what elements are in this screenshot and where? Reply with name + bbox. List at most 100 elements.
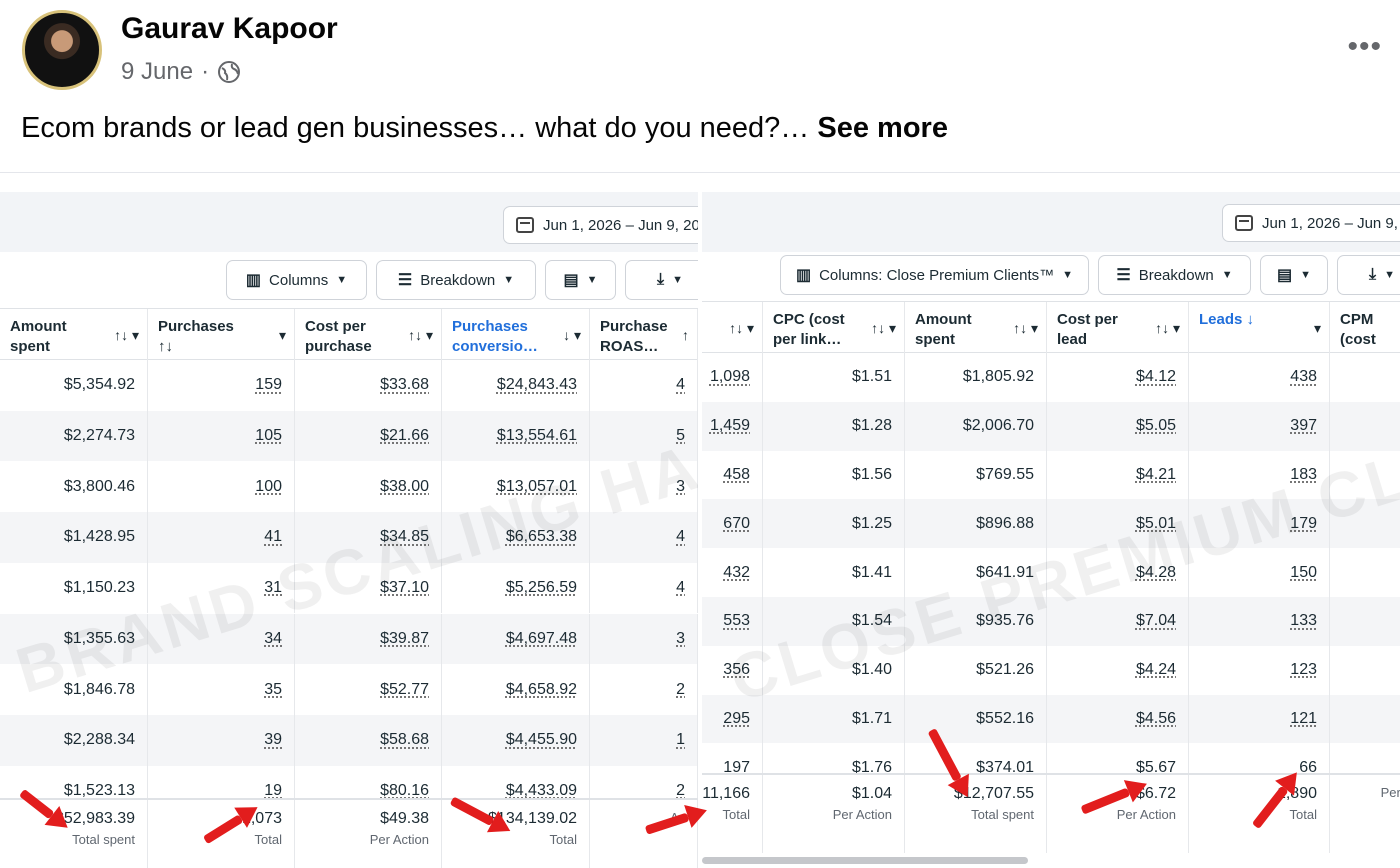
table-cell[interactable]: 100 — [148, 461, 295, 513]
table-cell[interactable]: $4.56 — [1047, 694, 1189, 744]
table-cell[interactable]: 5 — [590, 410, 698, 462]
table-cell[interactable]: $4,658.92 — [442, 664, 590, 715]
table-cell[interactable]: 39 — [148, 714, 295, 766]
table-cell[interactable]: $4,455.90 — [442, 714, 590, 766]
table-cell[interactable]: 105 — [148, 410, 295, 462]
table-cell[interactable]: $5,256.59 — [442, 562, 590, 614]
sort-icon[interactable]: ↑↓ ▾ — [114, 325, 139, 345]
table-cell[interactable]: 438 — [1189, 353, 1330, 402]
breakdown-button[interactable]: ☰ Breakdown ▼ — [1098, 255, 1251, 295]
breakdown-button[interactable]: ☰ Breakdown ▼ — [376, 260, 536, 300]
table-cell[interactable]: 133 — [1189, 597, 1330, 646]
table-cell[interactable]: 34 — [148, 613, 295, 665]
table-cell[interactable]: 356 — [702, 645, 763, 695]
sort-icon[interactable]: ↑↓ ▾ — [408, 325, 433, 345]
table-cell[interactable]: $13,554.61 — [442, 410, 590, 462]
table-row[interactable]: $1,428.95 41 $34.85 $6,653.38 4 — [0, 512, 698, 563]
table-row[interactable]: $1,150.23 31 $37.10 $5,256.59 4 — [0, 562, 698, 614]
table-cell[interactable]: 35 — [148, 664, 295, 715]
table-cell[interactable]: $6,653.38 — [442, 512, 590, 563]
table-cell[interactable]: $4.21 — [1047, 450, 1189, 500]
table-row[interactable]: 1,459 $1.28 $2,006.70 $5.05 397 — [702, 401, 1400, 451]
table-cell[interactable]: $24,843.43 — [442, 360, 590, 411]
table-cell[interactable]: $21.66 — [295, 410, 442, 462]
column-header[interactable]: Purchases ↑↓ ▾ — [148, 309, 295, 361]
table-cell[interactable]: 150 — [1189, 548, 1330, 597]
table-cell[interactable]: 159 — [148, 360, 295, 411]
sort-icon[interactable]: ↑↓ ▾ — [1155, 318, 1180, 338]
table-row[interactable]: 553 $1.54 $935.76 $7.04 133 — [702, 597, 1400, 646]
column-header[interactable]: Amount spent ↑↓ ▾ — [0, 309, 148, 361]
table-cell[interactable]: 121 — [1189, 694, 1330, 744]
author-name[interactable]: Gaurav Kapoor — [121, 12, 338, 46]
column-header[interactable]: ↑↓ ▾ — [702, 302, 763, 354]
column-header[interactable]: CPC (cost per link… ↑↓ ▾ — [763, 302, 905, 354]
export-button[interactable]: ⤓ ▼ — [625, 260, 698, 300]
table-cell[interactable]: $4,697.48 — [442, 613, 590, 665]
table-cell[interactable]: 432 — [702, 548, 763, 597]
table-row[interactable]: 295 $1.71 $552.16 $4.56 121 — [702, 694, 1400, 744]
table-cell[interactable]: 31 — [148, 562, 295, 614]
columns-button[interactable]: ▥ Columns: Close Premium Clients™ ▼ — [780, 255, 1089, 295]
reports-button[interactable]: ▤ ▼ — [1260, 255, 1328, 295]
table-cell[interactable]: $4.12 — [1047, 353, 1189, 402]
table-row[interactable]: 356 $1.40 $521.26 $4.24 123 — [702, 645, 1400, 695]
sort-icon[interactable]: ▾ — [279, 325, 286, 345]
sort-icon[interactable]: ↓ ▾ — [563, 325, 581, 345]
sort-icon[interactable]: ↑↓ ▾ — [871, 318, 896, 338]
table-cell[interactable]: 553 — [702, 597, 763, 646]
more-options-icon[interactable]: ••• — [1347, 30, 1382, 64]
post-date[interactable]: 9 June — [121, 58, 193, 86]
table-cell[interactable]: 41 — [148, 512, 295, 563]
table-cell[interactable]: $39.87 — [295, 613, 442, 665]
table-cell[interactable]: 458 — [702, 450, 763, 500]
table-cell[interactable]: 3 — [590, 461, 698, 513]
table-row[interactable]: 432 $1.41 $641.91 $4.28 150 — [702, 548, 1400, 597]
column-header[interactable]: Cost per purchase ↑↓ ▾ — [295, 309, 442, 361]
table-cell[interactable]: 4 — [590, 360, 698, 411]
export-button[interactable]: ⤓ ▼ — [1337, 255, 1400, 295]
table-row[interactable]: $5,354.92 159 $33.68 $24,843.43 4 — [0, 360, 698, 411]
table-cell[interactable]: $4.24 — [1047, 645, 1189, 695]
column-header[interactable]: Purchase ROAS… ↑ — [590, 309, 698, 361]
columns-button[interactable]: ▥ Columns ▼ — [226, 260, 367, 300]
table-row[interactable]: $3,800.46 100 $38.00 $13,057.01 3 — [0, 461, 698, 513]
see-more-link[interactable]: See more — [817, 112, 948, 144]
table-row[interactable]: 1,098 $1.51 $1,805.92 $4.12 438 — [702, 353, 1400, 402]
horizontal-scrollbar[interactable] — [702, 857, 1028, 864]
table-row[interactable]: 458 $1.56 $769.55 $4.21 183 — [702, 450, 1400, 500]
reports-button[interactable]: ▤ ▼ — [545, 260, 616, 300]
table-row[interactable]: $1,355.63 34 $39.87 $4,697.48 3 — [0, 613, 698, 665]
column-header[interactable]: Amount spent ↑↓ ▾ — [905, 302, 1047, 354]
table-row[interactable]: $2,288.34 39 $58.68 $4,455.90 1 — [0, 714, 698, 766]
table-row[interactable]: $1,846.78 35 $52.77 $4,658.92 2 — [0, 664, 698, 715]
sort-icon[interactable]: ↑ — [682, 325, 689, 345]
table-cell[interactable]: 123 — [1189, 645, 1330, 695]
table-row[interactable]: $2,274.73 105 $21.66 $13,554.61 5 — [0, 410, 698, 462]
table-cell[interactable]: 2 — [590, 664, 698, 715]
table-cell[interactable]: $5.01 — [1047, 499, 1189, 549]
column-header[interactable]: Leads ↓ ▾ — [1189, 302, 1330, 354]
table-cell[interactable]: $33.68 — [295, 360, 442, 411]
table-cell[interactable]: 4 — [590, 562, 698, 614]
table-row[interactable]: 670 $1.25 $896.88 $5.01 179 — [702, 499, 1400, 549]
table-cell[interactable]: $13,057.01 — [442, 461, 590, 513]
column-header[interactable]: Purchases conversio… ↓ ▾ — [442, 309, 590, 361]
table-cell[interactable]: 1 — [590, 714, 698, 766]
table-cell[interactable]: $34.85 — [295, 512, 442, 563]
table-cell[interactable]: 397 — [1189, 401, 1330, 451]
table-cell[interactable]: 183 — [1189, 450, 1330, 500]
table-cell[interactable]: 1,459 — [702, 401, 763, 451]
sort-icon[interactable]: ▾ — [1314, 318, 1321, 338]
sort-icon[interactable]: ↑↓ ▾ — [1013, 318, 1038, 338]
table-cell[interactable]: $37.10 — [295, 562, 442, 614]
table-cell[interactable]: $4.28 — [1047, 548, 1189, 597]
table-cell[interactable]: 670 — [702, 499, 763, 549]
column-header[interactable]: Cost per lead ↑↓ ▾ — [1047, 302, 1189, 354]
author-avatar[interactable] — [22, 10, 102, 90]
date-range-button[interactable]: Jun 1, 2026 – Jun 9, 2026 — [1222, 204, 1400, 242]
column-header[interactable]: CPM (cost per 1,000… — [1330, 302, 1400, 354]
sort-icon[interactable]: ↑↓ ▾ — [729, 318, 754, 338]
table-cell[interactable]: 3 — [590, 613, 698, 665]
table-cell[interactable]: 1,098 — [702, 353, 763, 402]
